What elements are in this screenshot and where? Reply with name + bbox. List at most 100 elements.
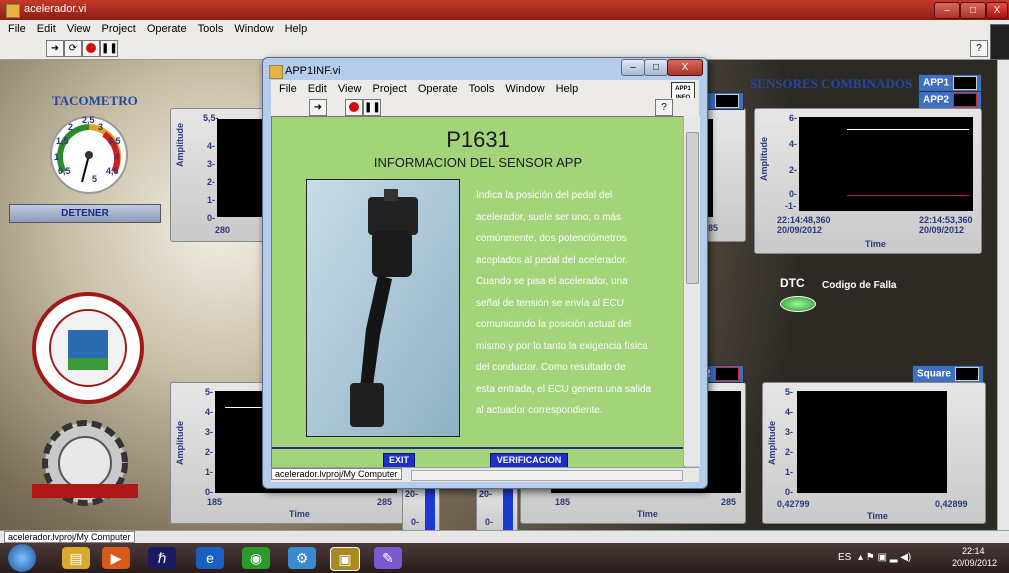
labview-taskbar-icon[interactable]: ▣ <box>330 547 360 571</box>
description-line: comunicando la posición actual del <box>476 319 632 330</box>
menu-window[interactable]: Window <box>234 20 273 38</box>
y-tick: 20- <box>405 489 419 499</box>
automotriz-gear-logo <box>32 420 138 506</box>
menu-tools[interactable]: Tools <box>469 80 495 98</box>
x-axis-label: Time <box>289 509 310 519</box>
legend-app2-label: APP2 <box>923 94 950 106</box>
clock-time[interactable]: 22:14 <box>962 546 985 556</box>
dialog-horizontal-scrollbar[interactable] <box>411 470 683 481</box>
gauge-tick: 5 <box>92 174 98 184</box>
dialog-vertical-scrollbar[interactable] <box>683 116 700 466</box>
menu-edit[interactable]: Edit <box>308 80 327 98</box>
menu-tools[interactable]: Tools <box>198 20 224 38</box>
bar-indicator-1: 20- 0- <box>402 484 440 530</box>
gauge-tick: 2 <box>68 122 74 132</box>
verificacion-button[interactable]: VERIFICACION <box>490 453 568 467</box>
abort-icon[interactable] <box>82 40 100 57</box>
run-continuously-icon[interactable]: ⟳ <box>64 40 82 57</box>
app1inf-window: APP1INF.vi – □ X File Edit View Project … <box>262 57 708 489</box>
language-indicator[interactable]: ES <box>838 552 851 563</box>
paint-icon[interactable]: ✎ <box>374 547 402 569</box>
maximize-button[interactable]: □ <box>960 2 986 19</box>
y-tick: 3- <box>205 427 214 437</box>
description-line: esta entrada, el ECU genera una salida <box>476 383 652 395</box>
internet-explorer-icon[interactable]: e <box>196 547 224 569</box>
chrome-icon[interactable]: ◉ <box>242 547 270 569</box>
help-icon[interactable]: ? <box>970 40 988 57</box>
menu-help[interactable]: Help <box>556 80 579 98</box>
x-tick: 185 <box>207 497 223 507</box>
scrollbar-thumb[interactable] <box>686 132 699 284</box>
menu-operate[interactable]: Operate <box>147 20 187 38</box>
y-tick: 0- <box>411 517 420 527</box>
gauge-tick: 2,5 <box>82 115 95 125</box>
y-tick: 4- <box>785 407 794 417</box>
menu-project[interactable]: Project <box>102 20 136 38</box>
exit-button[interactable]: EXIT <box>383 453 415 467</box>
y-tick: 5- <box>205 387 214 397</box>
gauge-tick: 1,5 <box>56 136 69 146</box>
explorer-icon[interactable]: ▤ <box>62 547 90 569</box>
y-tick: 0- <box>485 517 494 527</box>
menu-file[interactable]: File <box>279 80 297 98</box>
pause-icon[interactable]: ❚❚ <box>363 99 381 116</box>
help-icon[interactable]: ? <box>655 99 673 116</box>
x-tick: 0,42799 <box>777 499 810 509</box>
labview-app-icon <box>6 4 20 18</box>
hp-icon[interactable]: ℏ <box>148 547 176 569</box>
legend-square: Square <box>912 365 984 383</box>
main-vertical-scrollbar[interactable] <box>997 60 1009 530</box>
menu-help[interactable]: Help <box>285 20 308 38</box>
dialog-close-button[interactable]: X <box>667 59 703 76</box>
minimize-button[interactable]: – <box>934 2 960 19</box>
description-line: Cuando se pisa el acelerador, una <box>476 276 628 287</box>
dialog-minimize-button[interactable]: – <box>621 59 645 76</box>
y-tick: 4- <box>789 139 798 149</box>
x-tick: 185 <box>555 497 571 507</box>
y-tick: 0- <box>785 487 794 497</box>
run-arrow-icon[interactable]: ➜ <box>309 99 327 116</box>
menu-file[interactable]: File <box>8 20 26 38</box>
menu-view[interactable]: View <box>338 80 362 98</box>
main-titlebar: acelerador.vi – □ X <box>0 0 1009 20</box>
menu-edit[interactable]: Edit <box>37 20 56 38</box>
sensor-info-subheading: INFORMACION DEL SENSOR APP <box>373 155 583 170</box>
legend-square-label: Square <box>917 368 951 380</box>
clock-date[interactable]: 20/09/2012 <box>952 558 997 568</box>
x-tick: 285 <box>377 497 393 507</box>
menu-operate[interactable]: Operate <box>418 80 458 98</box>
dialog-menubar: File Edit View Project Operate Tools Win… <box>271 80 699 98</box>
tray-icons[interactable]: ▴ ⚑ ▣ ▂ ◀) <box>858 552 911 563</box>
network-icon[interactable]: ⚙ <box>288 547 316 569</box>
y-tick: 5,5- <box>203 113 219 123</box>
menu-project[interactable]: Project <box>373 80 407 98</box>
abort-icon[interactable] <box>345 99 363 116</box>
tacometro-label: TACOMETRO <box>52 93 138 108</box>
dialog-maximize-button[interactable]: □ <box>644 59 668 76</box>
description-line: al actuador correspondiente. <box>476 405 603 416</box>
dtc-led-indicator <box>780 296 816 312</box>
dialog-toolbar: ➜ ❚❚ ? <box>271 98 699 117</box>
menu-window[interactable]: Window <box>505 80 544 98</box>
x-axis-label: Time <box>637 509 658 519</box>
y-tick: 3- <box>207 159 216 169</box>
menu-view[interactable]: View <box>67 20 91 38</box>
y-tick: 4- <box>205 407 214 417</box>
dtc-code-heading: P1631 <box>446 127 510 152</box>
x-tick: 22:14:53,360 20/09/2012 <box>919 215 973 235</box>
description-line: del conductor. Como resultado de <box>476 362 626 373</box>
x-tick: 280 <box>215 225 231 235</box>
media-player-icon[interactable]: ▶ <box>102 547 130 569</box>
start-button[interactable] <box>8 544 36 572</box>
accelerator-pedal-image <box>306 179 460 437</box>
run-arrow-icon[interactable]: ➜ <box>46 40 64 57</box>
y-tick: 2- <box>207 177 216 187</box>
y-tick: 1- <box>785 467 794 477</box>
y-tick: 1- <box>207 195 216 205</box>
close-button[interactable]: X <box>986 2 1008 19</box>
detener-button[interactable]: DETENER <box>9 204 161 223</box>
pause-icon[interactable]: ❚❚ <box>100 40 118 57</box>
y-tick: 0- <box>789 189 798 199</box>
gauge-tick: 4,5 <box>106 166 119 176</box>
y-tick: 2- <box>789 165 798 175</box>
